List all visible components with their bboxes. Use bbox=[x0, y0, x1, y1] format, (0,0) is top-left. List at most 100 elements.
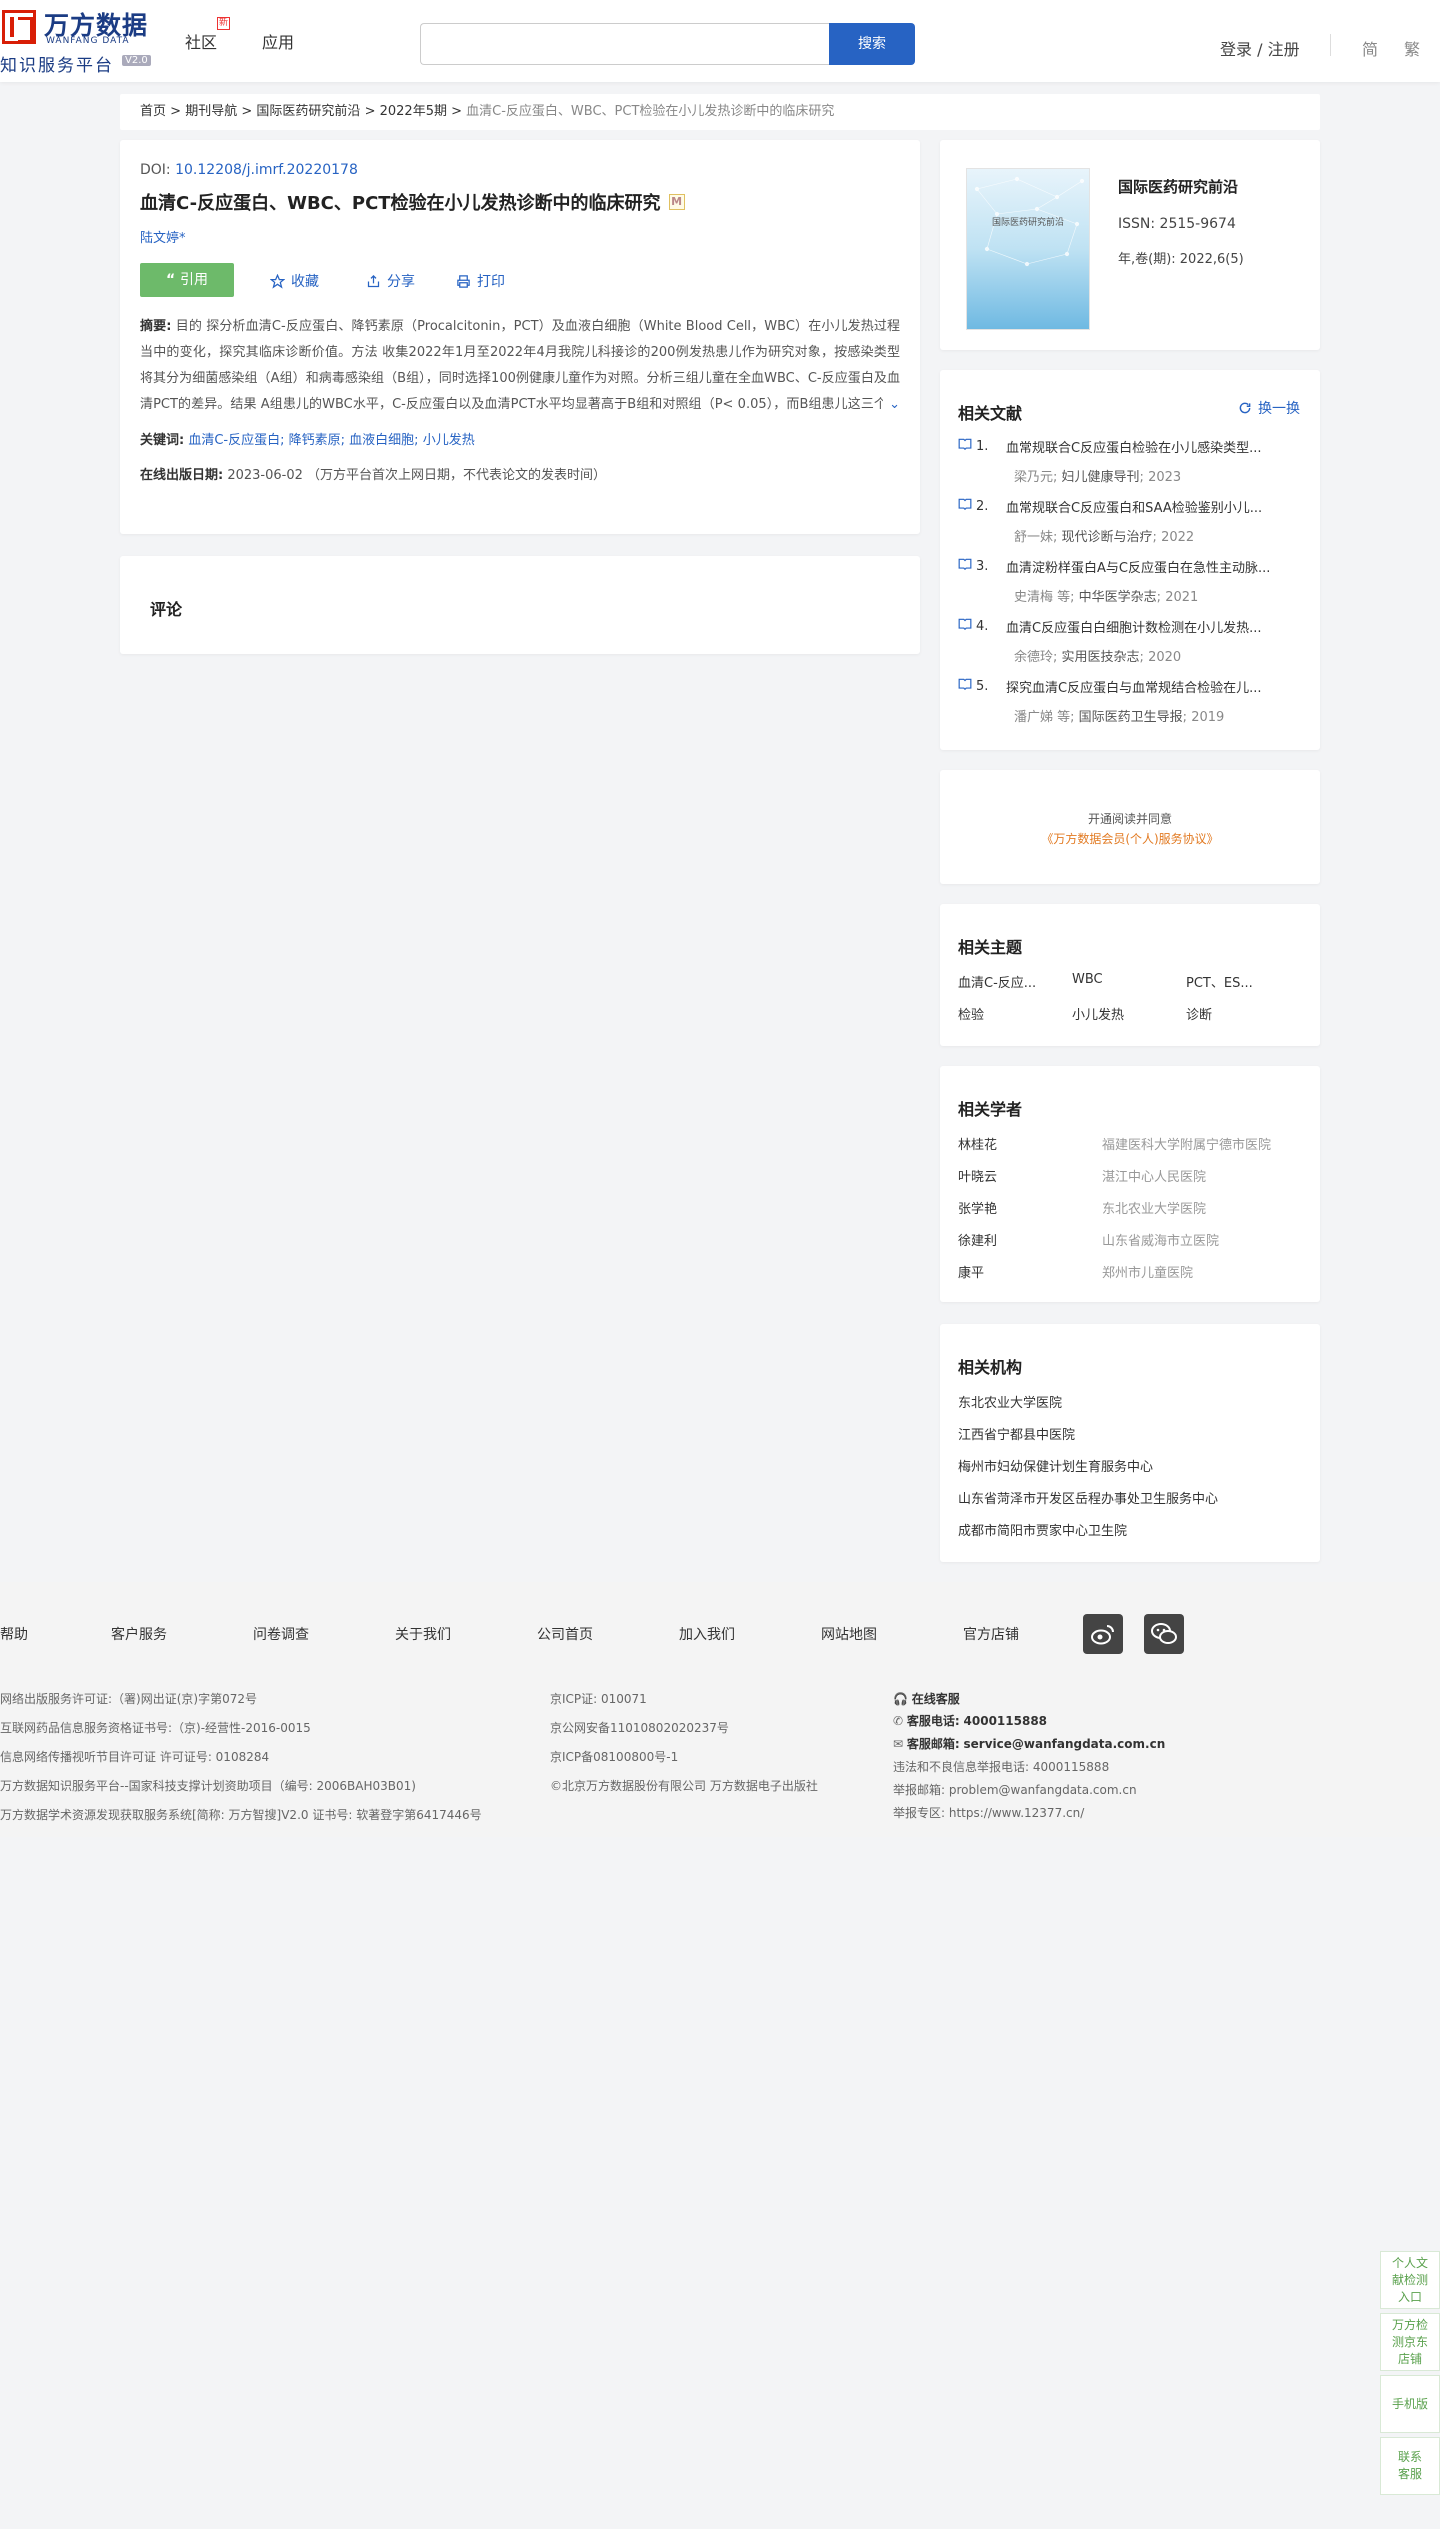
footer-link-company[interactable]: 公司首页 bbox=[537, 1624, 593, 1644]
print-button[interactable]: 打印 bbox=[456, 271, 505, 291]
topic-link[interactable]: PCT、ES... bbox=[1186, 972, 1284, 991]
scholar-org[interactable]: 福建医科大学附属宁德市医院 bbox=[1102, 1134, 1271, 1153]
collect-button[interactable]: 收藏 bbox=[270, 271, 319, 291]
institution-link[interactable]: 山东省菏泽市开发区岳程办事处卫生服务中心 bbox=[958, 1488, 1218, 1507]
literature-item[interactable]: 5. 探究血清C反应蛋白与血常规结合检验在儿... 潘广娣 等; 国际医药卫生导报… bbox=[958, 676, 1303, 725]
journal-cover[interactable]: 国际医药研究前沿 bbox=[966, 168, 1090, 330]
contact-service-entry[interactable]: 联系客服 bbox=[1380, 2437, 1440, 2495]
literature-title[interactable]: 血清C反应蛋白白细胞计数检测在小儿发热... bbox=[1006, 617, 1261, 636]
print-label: 打印 bbox=[477, 274, 505, 290]
refresh-button[interactable]: 换一换 bbox=[1238, 398, 1300, 418]
literature-item[interactable]: 2. 血常规联合C反应蛋白和SAA检验鉴别小儿... 舒一妹; 现代诊断与治疗; … bbox=[958, 496, 1303, 545]
scholar-org[interactable]: 郑州市儿童医院 bbox=[1102, 1262, 1193, 1281]
topic-link[interactable]: WBC bbox=[1072, 972, 1170, 987]
literature-title[interactable]: 血常规联合C反应蛋白和SAA检验鉴别小儿... bbox=[1006, 497, 1262, 516]
search-button[interactable]: 搜索 bbox=[829, 23, 915, 65]
keyword-link[interactable]: 小儿发热 bbox=[423, 433, 475, 448]
literature-item[interactable]: 1. 血常规联合C反应蛋白检验在小儿感染类型... 梁乃元; 妇儿健康导刊; 20… bbox=[958, 436, 1303, 485]
topic-link[interactable]: 诊断 bbox=[1186, 1004, 1284, 1023]
scholar-name[interactable]: 徐建利 bbox=[958, 1230, 997, 1249]
author-link[interactable]: 陆文婷* bbox=[140, 227, 900, 246]
icp-text[interactable]: 京ICP备08100800号-1 bbox=[550, 1748, 678, 1765]
scholar-org[interactable]: 山东省威海市立医院 bbox=[1102, 1230, 1219, 1249]
literature-source[interactable]: 实用医技杂志 bbox=[1062, 650, 1140, 665]
member-agreement-link[interactable]: 《万方数据会员(个人)服务协议》 bbox=[940, 830, 1320, 847]
service-phone: ✆ 客服电话: 4000115888 bbox=[893, 1714, 1048, 1728]
keyword-link[interactable]: 血清C-反应蛋白; bbox=[188, 433, 284, 448]
wechat-icon[interactable] bbox=[1144, 1614, 1184, 1654]
literature-item[interactable]: 4. 血清C反应蛋白白细胞计数检测在小儿发热... 余德玲; 实用医技杂志; 20… bbox=[958, 616, 1303, 665]
institution-link[interactable]: 东北农业大学医院 bbox=[958, 1392, 1062, 1411]
login-register-link[interactable]: 登录 / 注册 bbox=[1220, 36, 1300, 60]
breadcrumb-separator: > bbox=[241, 104, 253, 119]
search-input[interactable] bbox=[420, 23, 830, 65]
footer-link-store[interactable]: 官方店铺 bbox=[963, 1624, 1019, 1644]
jd-store-entry[interactable]: 万方检测京东店铺 bbox=[1380, 2313, 1440, 2371]
personal-check-entry[interactable]: 个人文献检测入口 bbox=[1380, 2251, 1440, 2309]
institution-link[interactable]: 江西省宁都县中医院 bbox=[958, 1424, 1075, 1443]
mobile-version-entry[interactable]: 手机版 bbox=[1380, 2375, 1440, 2433]
topic-link[interactable]: 检验 bbox=[958, 1004, 1056, 1023]
scholar-name[interactable]: 叶晓云 bbox=[958, 1166, 997, 1185]
open-reading-text: 开通阅读并同意 bbox=[1087, 812, 1172, 826]
footer-link-sitemap[interactable]: 网站地图 bbox=[821, 1624, 877, 1644]
wanfang-logo[interactable]: 万方数据 WANFANG DATA 知识服务平台 V2.0 bbox=[0, 6, 160, 76]
top-header: 万方数据 WANFANG DATA 知识服务平台 V2.0 社区 新 应用 搜索… bbox=[0, 0, 1440, 82]
weibo-icon[interactable] bbox=[1083, 1614, 1123, 1654]
scholar-org[interactable]: 东北农业大学医院 bbox=[1102, 1198, 1206, 1217]
breadcrumb-journals[interactable]: 期刊导航 bbox=[185, 104, 237, 119]
nav-apps[interactable]: 应用 bbox=[262, 29, 294, 53]
institution-link[interactable]: 成都市简阳市贾家中心卫生院 bbox=[958, 1520, 1127, 1539]
literature-source[interactable]: 中华医学杂志 bbox=[1079, 590, 1157, 605]
pubdate-note: （万方平台首次上网日期，不代表论文的发表时间） bbox=[307, 468, 607, 483]
lang-simplified-toggle[interactable]: 简 bbox=[1362, 36, 1378, 60]
journal-name[interactable]: 国际医药研究前沿 bbox=[1118, 176, 1238, 197]
footer-link-survey[interactable]: 问卷调查 bbox=[253, 1624, 309, 1644]
keyword-link[interactable]: 降钙素原; bbox=[289, 433, 345, 448]
share-icon bbox=[367, 274, 380, 287]
literature-title[interactable]: 探究血清C反应蛋白与血常规结合检验在儿... bbox=[1006, 677, 1261, 696]
license-text: 信息网络传播视听节目许可证 许可证号: 0108284 bbox=[0, 1750, 270, 1764]
scholar-name[interactable]: 张学艳 bbox=[958, 1198, 997, 1217]
footer-link-customer-service[interactable]: 客户服务 bbox=[111, 1624, 167, 1644]
footer-link-about[interactable]: 关于我们 bbox=[395, 1624, 451, 1644]
online-service-link[interactable]: 🎧 在线客服 bbox=[893, 1690, 960, 1707]
literature-source[interactable]: 国际医药卫生导报 bbox=[1079, 710, 1183, 725]
scholar-name[interactable]: 康平 bbox=[958, 1262, 984, 1281]
quote-icon: “ bbox=[165, 272, 181, 288]
refresh-icon bbox=[1239, 402, 1251, 414]
breadcrumb-issue[interactable]: 2022年5期 bbox=[380, 104, 447, 119]
breadcrumb-journal[interactable]: 国际医药研究前沿 bbox=[256, 104, 360, 119]
doi-link[interactable]: 10.12208/j.imrf.20220178 bbox=[175, 162, 358, 178]
footer-link-help[interactable]: 帮助 bbox=[0, 1624, 28, 1644]
literature-item[interactable]: 3. 血清淀粉样蛋白A与C反应蛋白在急性主动脉... 史清梅 等; 中华医学杂志;… bbox=[958, 556, 1303, 605]
breadcrumb-home[interactable]: 首页 bbox=[140, 104, 166, 119]
footer-link-join[interactable]: 加入我们 bbox=[679, 1624, 735, 1644]
expand-abstract-icon[interactable]: ⌄ bbox=[883, 392, 900, 418]
icp-text[interactable]: 京公网安备11010802020237号 bbox=[550, 1719, 729, 1736]
literature-title[interactable]: 血常规联合C反应蛋白检验在小儿感染类型... bbox=[1006, 437, 1261, 456]
abstract-label: 摘要: bbox=[140, 319, 172, 334]
article-detail-card: DOI: 10.12208/j.imrf.20220178 血清C-反应蛋白、W… bbox=[120, 140, 920, 534]
report-site[interactable]: 举报专区: https://www.12377.cn/ bbox=[893, 1804, 1084, 1821]
share-button[interactable]: 分享 bbox=[366, 271, 415, 291]
literature-authors: 余德玲 bbox=[1014, 650, 1054, 665]
topic-link[interactable]: 血清C-反应... bbox=[958, 972, 1056, 991]
literature-authors: 潘广娣 等 bbox=[1014, 710, 1071, 725]
logo-mark-icon bbox=[2, 10, 36, 44]
literature-source[interactable]: 现代诊断与治疗 bbox=[1062, 530, 1153, 545]
scholar-name[interactable]: 林桂花 bbox=[958, 1134, 997, 1153]
breadcrumb-separator: > bbox=[451, 104, 463, 119]
literature-title[interactable]: 血清淀粉样蛋白A与C反应蛋白在急性主动脉... bbox=[1006, 557, 1270, 576]
literature-source[interactable]: 妇儿健康导刊 bbox=[1062, 470, 1140, 485]
nav-community[interactable]: 社区 bbox=[185, 29, 217, 53]
keyword-link[interactable]: 血液白细胞; bbox=[349, 433, 418, 448]
institution-link[interactable]: 梅州市妇幼保健计划生育服务中心 bbox=[958, 1456, 1153, 1475]
scholar-org[interactable]: 湛江中心人民医院 bbox=[1102, 1166, 1206, 1185]
topic-link[interactable]: 小儿发热 bbox=[1072, 1004, 1170, 1023]
comment-section: 评论 bbox=[120, 556, 920, 654]
cite-button[interactable]: “ 引用 bbox=[140, 263, 234, 297]
lang-traditional-toggle[interactable]: 繁 bbox=[1404, 36, 1420, 60]
icp-text[interactable]: 京ICP证: 010071 bbox=[550, 1690, 647, 1707]
breadcrumb-separator: > bbox=[364, 104, 376, 119]
